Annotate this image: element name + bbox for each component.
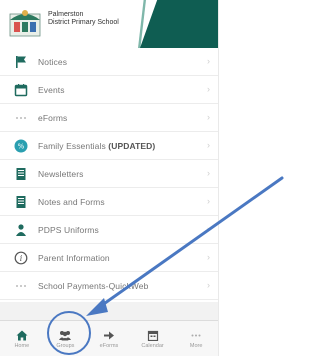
main-menu: Notices › Events › eForms › % Family Ess…: [0, 48, 218, 300]
header-banner: [140, 0, 218, 48]
chevron-right-icon: ›: [207, 224, 210, 234]
chevron-right-icon: ›: [207, 168, 210, 178]
more-icon: [190, 330, 202, 341]
svg-text:i: i: [20, 254, 23, 263]
dots-icon: [14, 111, 28, 125]
calendar-icon: [14, 83, 28, 97]
menu-item-label-text: Family Essentials: [38, 140, 106, 151]
info-icon: i: [14, 251, 28, 265]
school-logo-icon: [9, 10, 41, 37]
menu-item-notes-and-forms[interactable]: Notes and Forms ›: [0, 188, 218, 216]
menu-footer-gap: [0, 302, 218, 320]
svg-text:%: %: [18, 142, 25, 150]
menu-item-label: School Payments-QuickWeb: [38, 280, 149, 291]
menu-item-school-payments[interactable]: School Payments-QuickWeb ›: [0, 272, 218, 300]
tab-more[interactable]: More: [174, 321, 218, 356]
chevron-right-icon: ›: [207, 56, 210, 66]
tab-label: Calendar: [141, 342, 164, 349]
school-name-line1: Palmerston: [48, 11, 84, 18]
app-screen: Palmerston District Primary School Notic…: [0, 0, 219, 356]
document-icon: [14, 195, 28, 209]
tab-calendar[interactable]: Calendar: [131, 321, 175, 356]
menu-item-label: Parent Information: [38, 252, 110, 263]
tab-label: eForms: [99, 342, 119, 349]
menu-item-label: eForms: [38, 112, 68, 123]
menu-item-label: Events: [38, 84, 65, 95]
menu-item-notices[interactable]: Notices ›: [0, 48, 218, 76]
chevron-right-icon: ›: [207, 140, 210, 150]
menu-item-family-essentials[interactable]: % Family Essentials (UPDATED) ›: [0, 132, 218, 160]
document-icon: [14, 167, 28, 181]
arrow-right-icon: [103, 330, 115, 341]
school-name-line2: District Primary School: [48, 19, 119, 26]
tab-label: Home: [14, 342, 30, 349]
menu-item-eforms[interactable]: eForms ›: [0, 104, 218, 132]
menu-item-label: Notices: [38, 56, 68, 67]
chevron-right-icon: ›: [207, 84, 210, 94]
dots-icon: [14, 279, 28, 293]
menu-item-newsletters[interactable]: Newsletters ›: [0, 160, 218, 188]
app-header: Palmerston District Primary School: [0, 0, 218, 48]
groups-highlight-circle: [47, 311, 91, 355]
menu-item-label: PDPS Uniforms: [38, 224, 99, 235]
updated-badge: (UPDATED): [108, 140, 156, 151]
calendar-icon: [147, 330, 159, 341]
menu-item-events[interactable]: Events ›: [0, 76, 218, 104]
menu-item-label: Notes and Forms: [38, 196, 105, 207]
menu-item-label: Family Essentials (UPDATED): [38, 141, 155, 151]
school-name: Palmerston District Primary School: [48, 11, 119, 27]
chevron-right-icon: ›: [207, 112, 210, 122]
tab-eforms[interactable]: eForms: [87, 321, 131, 356]
person-icon: [14, 223, 28, 237]
bottom-tab-bar: Home Groups eForms Calendar More: [0, 320, 218, 356]
tab-label: More: [189, 342, 203, 349]
chevron-right-icon: ›: [207, 280, 210, 290]
percent-icon: %: [14, 139, 28, 153]
menu-item-parent-information[interactable]: i Parent Information ›: [0, 244, 218, 272]
flag-icon: [14, 55, 28, 69]
menu-item-pdps-uniforms[interactable]: PDPS Uniforms ›: [0, 216, 218, 244]
home-icon: [16, 330, 28, 341]
chevron-right-icon: ›: [207, 196, 210, 206]
chevron-right-icon: ›: [207, 252, 210, 262]
tab-home[interactable]: Home: [0, 321, 44, 356]
menu-item-label: Newsletters: [38, 168, 84, 179]
